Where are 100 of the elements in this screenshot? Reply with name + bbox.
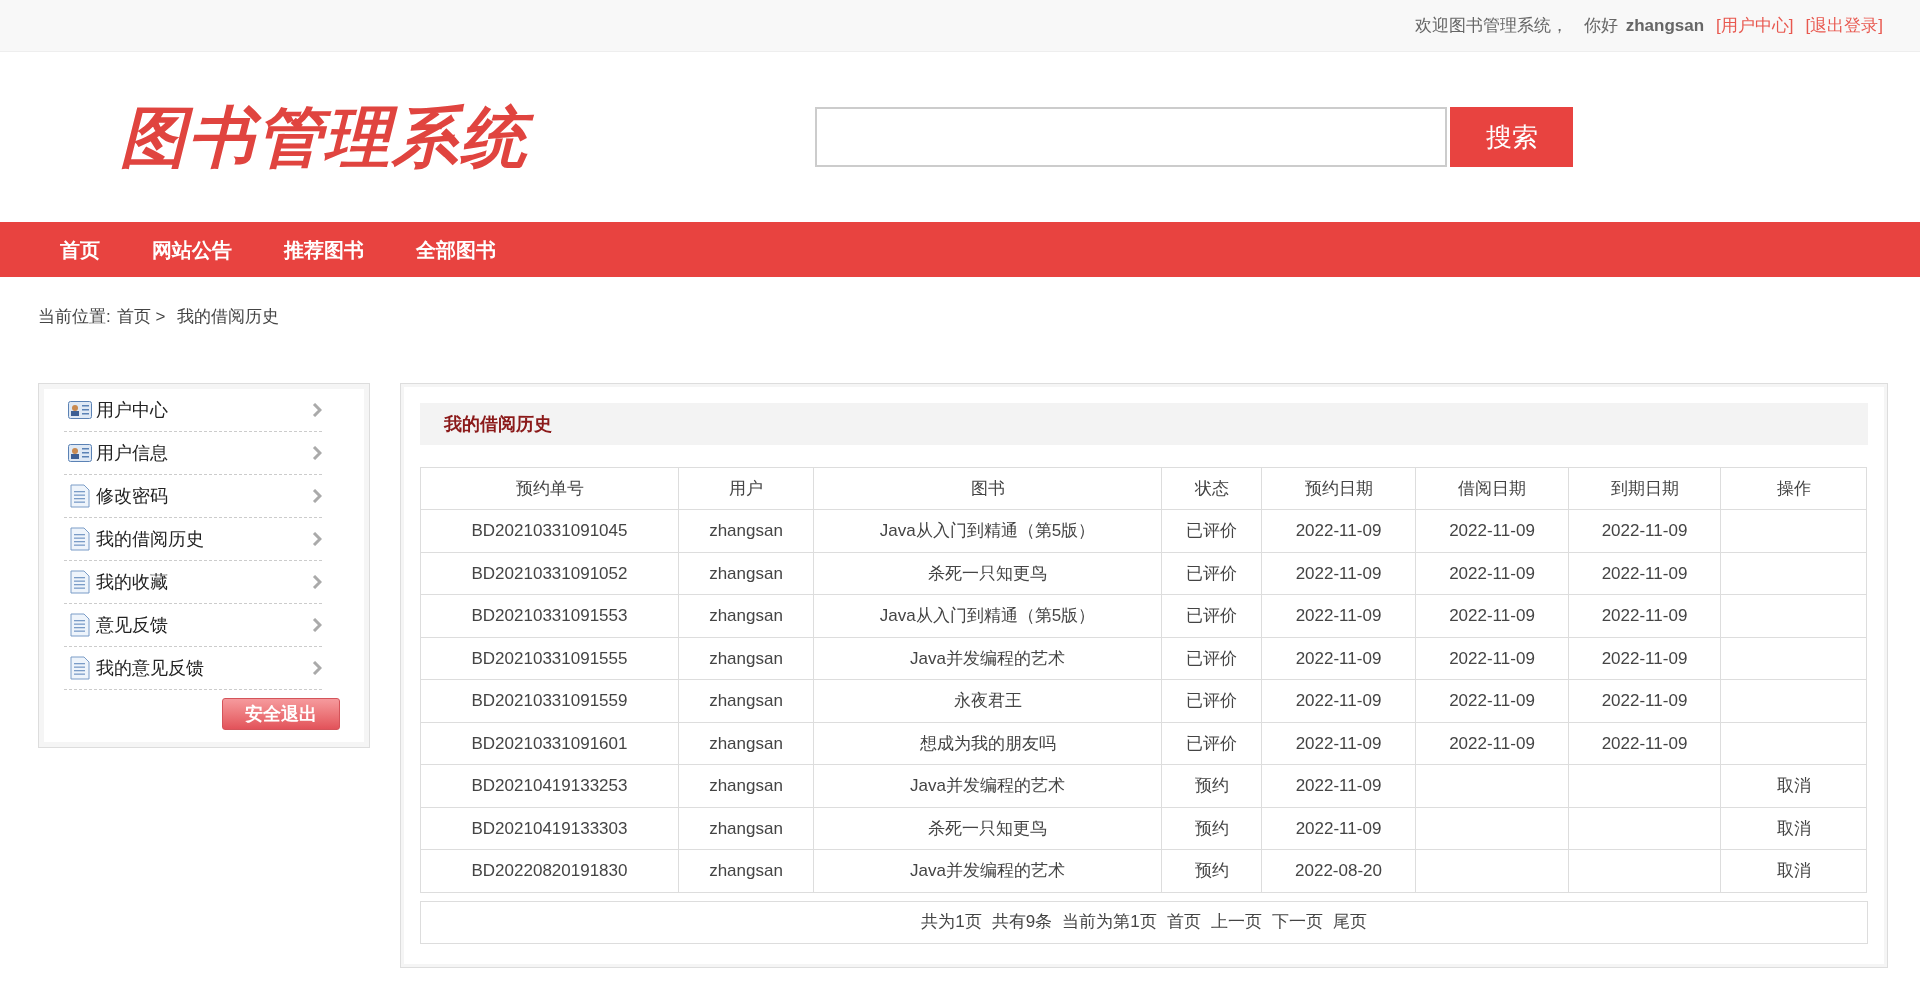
- column-header: 操作: [1720, 467, 1867, 510]
- chevron-right-icon: [312, 403, 322, 417]
- table-cell: BD20210331091601: [420, 722, 679, 765]
- greeting-text: 你好: [1583, 14, 1618, 37]
- search-field[interactable]: [815, 107, 1447, 167]
- column-header: 预约日期: [1261, 467, 1416, 510]
- table-cell: 2022-11-09: [1568, 594, 1721, 637]
- table-cell: 杀死一只知更鸟: [813, 552, 1162, 595]
- column-header: 状态: [1161, 467, 1262, 510]
- id-card-icon: [68, 401, 92, 419]
- table-cell: 2022-11-09: [1568, 679, 1721, 722]
- table-cell: 2022-11-09: [1261, 509, 1416, 552]
- nav-link[interactable]: 推荐图书: [284, 234, 364, 265]
- cancel-link[interactable]: 取消: [1720, 807, 1867, 850]
- table-cell: zhangsan: [678, 849, 814, 892]
- column-header: 预约单号: [420, 467, 679, 510]
- cancel-link[interactable]: 取消: [1720, 849, 1867, 892]
- sidebar-item[interactable]: 意见反馈: [64, 604, 322, 647]
- table-cell: Java并发编程的艺术: [813, 849, 1162, 892]
- table-cell: 2022-11-09: [1261, 764, 1416, 807]
- sidebar-item[interactable]: 用户信息: [64, 432, 322, 475]
- table-cell: 2022-11-09: [1415, 509, 1569, 552]
- table-cell: BD20210419133253: [420, 764, 679, 807]
- table-cell: 2022-11-09: [1415, 722, 1569, 765]
- pagination-info: 当前为第1页: [1062, 911, 1157, 934]
- column-header: 用户: [678, 467, 814, 510]
- table-cell: BD20210331091553: [420, 594, 679, 637]
- table-cell: 想成为我的朋友吗: [813, 722, 1162, 765]
- breadcrumb-label: 当前位置:: [38, 306, 111, 329]
- site-logo: 图书管理系统: [120, 87, 720, 187]
- chevron-right-icon: [312, 618, 322, 632]
- document-icon: [70, 613, 90, 637]
- table-cell: zhangsan: [678, 764, 814, 807]
- sidebar-item[interactable]: 我的收藏: [64, 561, 322, 604]
- id-card-icon: [68, 444, 92, 462]
- sidebar-item[interactable]: 修改密码: [64, 475, 322, 518]
- table-cell: 已评价: [1161, 679, 1262, 722]
- table-cell: 2022-11-09: [1415, 552, 1569, 595]
- chevron-right-icon: [312, 532, 322, 546]
- pagination-info: 共为1页: [921, 911, 982, 934]
- sidebar-item[interactable]: 我的借阅历史: [64, 518, 322, 561]
- nav-link[interactable]: 首页: [60, 234, 100, 265]
- table-cell: zhangsan: [678, 679, 814, 722]
- pagination-link[interactable]: 下一页: [1271, 909, 1323, 935]
- table-cell: BD20210331091045: [420, 509, 679, 552]
- table-cell: BD20210331091559: [420, 679, 679, 722]
- panel-title: 我的借阅历史: [420, 403, 1868, 445]
- table-cell: 预约: [1161, 849, 1262, 892]
- table-cell: 2022-11-09: [1261, 637, 1416, 680]
- table-cell: 2022-11-09: [1568, 637, 1721, 680]
- table-cell: zhangsan: [678, 594, 814, 637]
- table-cell: 2022-11-09: [1261, 807, 1416, 850]
- table-cell: 已评价: [1161, 722, 1262, 765]
- nav-link[interactable]: 网站公告: [152, 234, 232, 265]
- table-cell: BD20220820191830: [420, 849, 679, 892]
- table-cell: 2022-11-09: [1568, 552, 1721, 595]
- pagination-link[interactable]: 尾页: [1332, 909, 1367, 935]
- table-cell: 2022-11-09: [1261, 594, 1416, 637]
- table-cell: 预约: [1161, 764, 1262, 807]
- welcome-text: 欢迎图书管理系统，: [1414, 14, 1568, 37]
- pagination-link[interactable]: 首页: [1166, 909, 1201, 935]
- table-cell: Java并发编程的艺术: [813, 637, 1162, 680]
- table-cell: 2022-11-09: [1261, 679, 1416, 722]
- username-text: zhangsan: [1625, 14, 1705, 37]
- table-cell: zhangsan: [678, 509, 814, 552]
- table-cell: 已评价: [1161, 594, 1262, 637]
- table-cell: Java从入门到精通（第5版）: [813, 509, 1162, 552]
- chevron-right-icon: [312, 446, 322, 460]
- column-header: 借阅日期: [1415, 467, 1569, 510]
- document-icon: [70, 484, 90, 508]
- table-cell: zhangsan: [678, 637, 814, 680]
- chevron-right-icon: [312, 489, 322, 503]
- search-button[interactable]: 搜索: [1450, 107, 1573, 167]
- table-cell: 已评价: [1161, 509, 1262, 552]
- table-cell: BD20210419133303: [420, 807, 679, 850]
- table-cell: 2022-11-09: [1261, 722, 1416, 765]
- chevron-right-icon: [312, 661, 322, 675]
- table-cell: BD20210331091555: [420, 637, 679, 680]
- table-cell: 2022-11-09: [1261, 552, 1416, 595]
- breadcrumb-link[interactable]: 首页 >: [116, 304, 166, 330]
- table-cell: 已评价: [1161, 552, 1262, 595]
- cancel-link[interactable]: 取消: [1720, 764, 1867, 807]
- table-cell: 2022-11-09: [1415, 679, 1569, 722]
- table-cell: 永夜君王: [813, 679, 1162, 722]
- nav-link[interactable]: 全部图书: [416, 234, 496, 265]
- pagination-link[interactable]: 上一页: [1210, 909, 1262, 935]
- document-icon: [70, 656, 90, 680]
- chevron-right-icon: [312, 575, 322, 589]
- sidebar-item[interactable]: 用户中心: [64, 389, 322, 432]
- document-icon: [70, 527, 90, 551]
- table-cell: 预约: [1161, 807, 1262, 850]
- table-cell: 2022-11-09: [1568, 509, 1721, 552]
- table-cell: Java并发编程的艺术: [813, 764, 1162, 807]
- table-cell: 2022-11-09: [1415, 594, 1569, 637]
- table-cell: 杀死一只知更鸟: [813, 807, 1162, 850]
- table-cell: 2022-08-20: [1261, 849, 1416, 892]
- table-cell: 2022-11-09: [1568, 722, 1721, 765]
- document-icon: [70, 570, 90, 594]
- table-cell: BD20210331091052: [420, 552, 679, 595]
- sidebar-item[interactable]: 我的意见反馈: [64, 647, 322, 690]
